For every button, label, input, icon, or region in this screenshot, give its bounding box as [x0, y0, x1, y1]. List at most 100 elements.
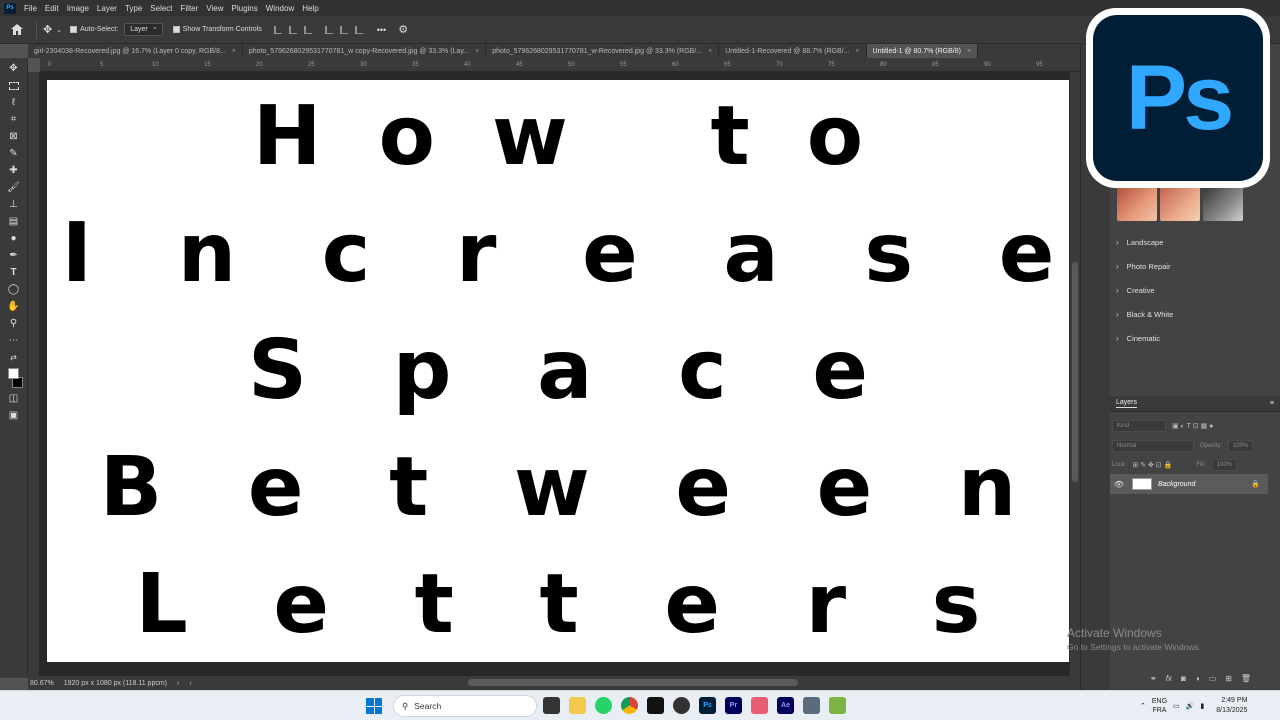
canvas-text-line[interactable]: H o w t o [47, 92, 1069, 182]
lock-icons[interactable]: ⊞ ✎ ✥ ⊡ 🔒 [1132, 461, 1172, 469]
preset-item-black-white[interactable]: › Black & White [1116, 302, 1173, 326]
preset-thumbnail[interactable] [1117, 185, 1157, 221]
menu-select[interactable]: Select [150, 4, 172, 13]
auto-select-dropdown[interactable]: Layer [124, 23, 163, 36]
close-icon[interactable]: × [475, 48, 479, 55]
blend-mode-dropdown[interactable]: Normal [1112, 440, 1194, 452]
menu-file[interactable]: File [24, 4, 37, 13]
align-left-icon[interactable] [273, 25, 282, 34]
more-options-button[interactable]: ••• [377, 25, 386, 35]
adjustment-icon[interactable]: ◑ [1195, 674, 1200, 683]
quick-mask-icon[interactable]: ◫ [6, 392, 22, 405]
layer-kind-filter[interactable]: Kind [1112, 420, 1166, 432]
lock-icon[interactable]: 🔒 [1251, 480, 1260, 488]
layer-name[interactable]: Background [1158, 481, 1195, 488]
horizontal-scrollbar[interactable] [468, 679, 798, 686]
foreground-color-swatch[interactable] [8, 368, 19, 379]
new-layer-icon[interactable]: ⊞ [1225, 674, 1232, 683]
tab-document[interactable]: photo_5796268029531770781_w copy-Recover… [243, 44, 487, 58]
align-top-icon[interactable] [324, 25, 333, 34]
tab-layers[interactable]: Layers [1116, 399, 1138, 408]
windows-start-icon[interactable] [366, 698, 382, 714]
preset-item-photo-repair[interactable]: › Photo Repair [1116, 254, 1173, 278]
preset-thumbnail[interactable] [1203, 185, 1243, 221]
show-transform-checkbox[interactable]: Show Transform Controls [172, 26, 262, 33]
hand-tool-icon[interactable]: ✋ [6, 300, 22, 313]
close-icon[interactable]: × [232, 48, 236, 55]
crop-tool-icon[interactable]: ⌗ [6, 113, 22, 126]
folder-icon[interactable]: ▭ [1209, 674, 1217, 683]
trash-icon[interactable]: 🗑 [1241, 674, 1251, 683]
align-right-icon[interactable] [303, 25, 312, 34]
menu-window[interactable]: Window [266, 4, 294, 13]
close-icon[interactable]: × [967, 48, 971, 55]
chevron-up-icon[interactable]: ⌃ [1140, 702, 1146, 710]
menu-image[interactable]: Image [67, 4, 89, 13]
fill-field[interactable]: 100% [1211, 459, 1238, 471]
canvas-text-line[interactable]: I n c r e a s e [47, 209, 1069, 299]
zoom-tool-icon[interactable]: ⚲ [6, 317, 22, 330]
screen-mode-icon[interactable]: ▣ [6, 409, 22, 422]
chevron-left-icon[interactable]: ‹ [189, 680, 191, 687]
vertical-scrollbar[interactable] [1070, 72, 1080, 676]
stamp-tool-icon[interactable]: ⊥ [6, 198, 22, 211]
move-tool-icon[interactable]: ✥ [43, 23, 52, 36]
menu-view[interactable]: View [206, 4, 223, 13]
chevron-right-icon[interactable]: › [177, 680, 179, 687]
fx-icon[interactable]: fx [1166, 674, 1172, 683]
volume-icon[interactable]: 🔊 [1186, 702, 1195, 710]
healing-brush-icon[interactable]: ✚ [6, 164, 22, 177]
filter-icons[interactable]: ▣ ◐ T ⊡ ▦ ● [1172, 422, 1213, 430]
tab-document-active[interactable]: Untitled-1 @ 80.7% (RGB/8) × [866, 44, 979, 58]
more-tools-icon[interactable]: ⋯ [6, 334, 22, 347]
language-indicator[interactable]: ENG FRA [1152, 697, 1167, 715]
tab-document[interactable]: girl-2304038-Recovered.jpg @ 16.7% (Laye… [28, 44, 243, 58]
network-icon[interactable]: ▭ [1173, 702, 1180, 710]
mask-icon[interactable]: ◙ [1181, 674, 1186, 683]
type-tool-icon[interactable]: T [6, 266, 22, 279]
swap-colors-icon[interactable]: ⇄ [6, 351, 22, 364]
align-center-icon[interactable] [288, 25, 297, 34]
preset-item-creative[interactable]: › Creative [1116, 278, 1173, 302]
align-middle-icon[interactable] [339, 25, 348, 34]
align-bottom-icon[interactable] [354, 25, 363, 34]
opacity-field[interactable]: 100% [1228, 440, 1254, 452]
document-canvas[interactable]: H o w t o I n c r e a s e S p a c e B e … [47, 80, 1069, 662]
preset-item-landscape[interactable]: › Landscape [1116, 230, 1173, 254]
close-icon[interactable]: × [708, 48, 712, 55]
scroll-thumb[interactable] [1072, 262, 1078, 482]
menu-layer[interactable]: Layer [97, 4, 117, 13]
davinci-icon[interactable] [673, 697, 690, 714]
lasso-tool-icon[interactable]: ℓ [6, 96, 22, 109]
tab-document[interactable]: photo_5796268029531770781_w-Recovered.jp… [486, 44, 720, 58]
notepad-icon[interactable] [829, 697, 846, 714]
brush-tool-icon[interactable]: 🖌 [6, 181, 22, 194]
layer-row-background[interactable]: 👁 Background 🔒 [1110, 474, 1268, 494]
preset-item-cinematic[interactable]: › Cinematic [1116, 326, 1173, 350]
after-effects-taskbar-icon[interactable]: Ae [777, 697, 794, 714]
taskbar-search-box[interactable]: ⚲ Search [393, 695, 537, 717]
chrome-icon[interactable] [621, 697, 638, 714]
canvas-text-line[interactable]: B e t w e e n [47, 443, 1069, 533]
canvas-text-line[interactable]: S p a c e [47, 326, 1069, 416]
gradient-tool-icon[interactable]: ▤ [6, 215, 22, 228]
panel-menu-icon[interactable]: ≡ [1270, 400, 1274, 407]
auto-select-checkbox[interactable]: Auto-Select: [70, 26, 118, 33]
menu-filter[interactable]: Filter [181, 4, 199, 13]
calculator-icon[interactable] [803, 697, 820, 714]
tab-document[interactable]: Untitled-1-Recovered @ 88.7% (RGB/... × [719, 44, 867, 58]
menu-edit[interactable]: Edit [45, 4, 59, 13]
pen-tool-icon[interactable]: ✒ [6, 249, 22, 262]
canvas-workspace[interactable]: H o w t o I n c r e a s e S p a c e B e … [40, 72, 1070, 676]
file-explorer-icon[interactable] [569, 697, 586, 714]
tool-preset-chevron-icon[interactable]: ⌄ [56, 26, 62, 34]
system-clock[interactable]: 2:49 PM 8/13/2025 [1216, 696, 1247, 716]
link-icon[interactable]: ⚭ [1150, 674, 1157, 683]
battery-icon[interactable]: ▮ [1200, 702, 1204, 710]
premiere-taskbar-icon[interactable]: Pr [725, 697, 742, 714]
marquee-tool-icon[interactable] [6, 79, 22, 92]
menu-type[interactable]: Type [125, 4, 142, 13]
eye-icon[interactable]: 👁 [1110, 480, 1128, 489]
close-icon[interactable]: × [855, 48, 859, 55]
snipping-tool-icon[interactable] [751, 697, 768, 714]
